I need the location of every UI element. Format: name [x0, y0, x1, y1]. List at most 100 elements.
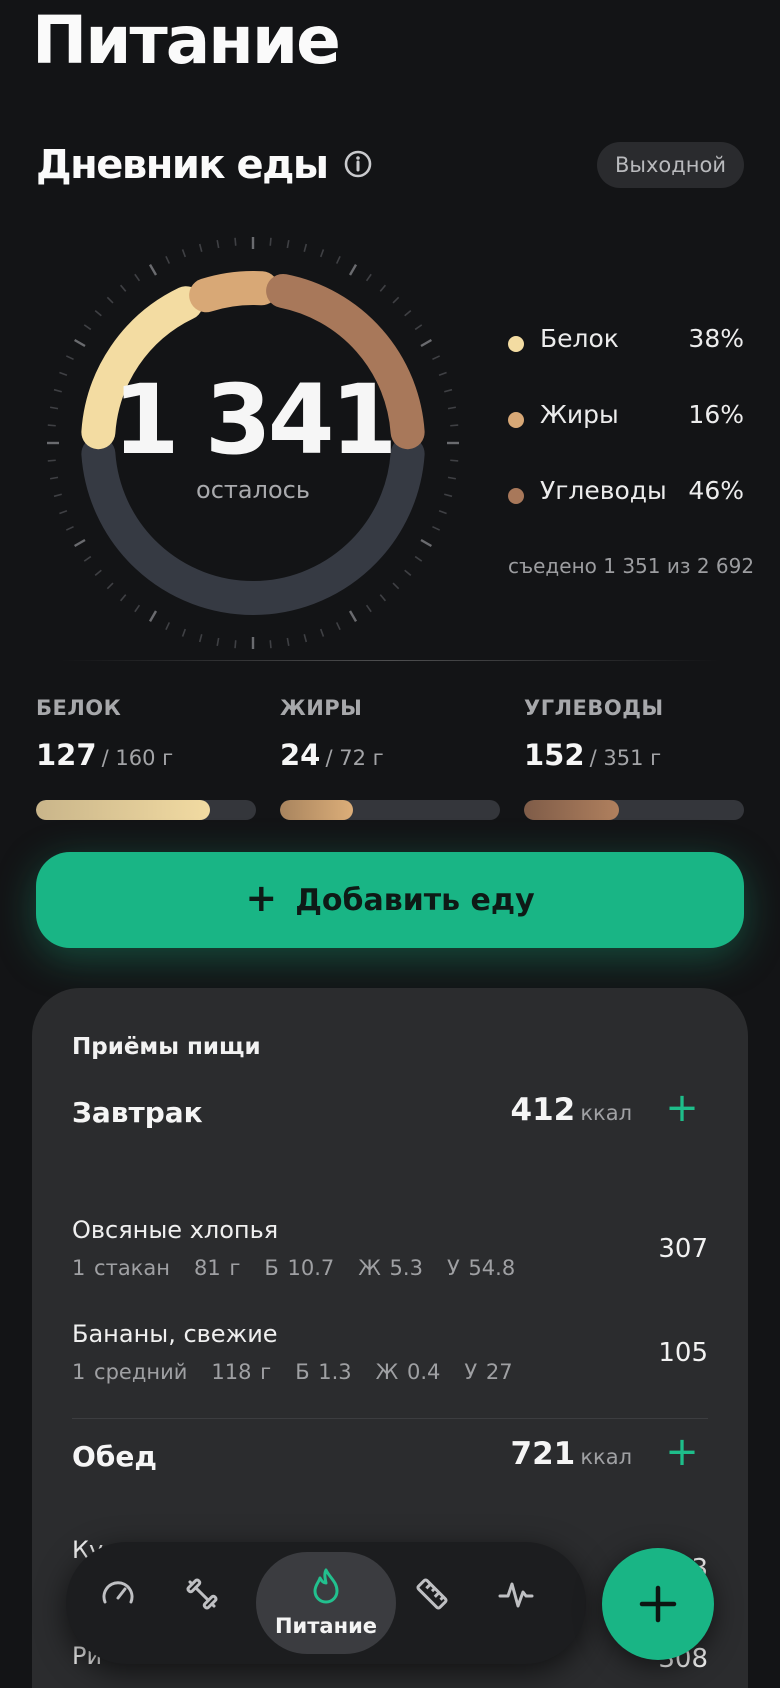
legend-percent: 38%	[688, 324, 744, 353]
food-carbs: У 54.8	[446, 1256, 516, 1280]
food-weight: 118 г	[211, 1360, 272, 1384]
day-type-badge[interactable]: Выходной	[596, 142, 744, 188]
meals-section-title: Приёмы пищи	[72, 1034, 261, 1060]
meal-kcal: 721 ккал	[511, 1436, 632, 1472]
ring-tick	[269, 237, 272, 246]
ring-tick	[335, 622, 341, 631]
legend-dot-protein	[508, 336, 524, 352]
legend-percent: 16%	[688, 400, 744, 429]
ring-tick	[94, 569, 102, 577]
tab-nutrition-label: Питание	[274, 1614, 378, 1638]
food-meta: 1 стакан 81 г Б 10.7 Ж 5.3 У 54.8	[72, 1256, 539, 1280]
ring-tick	[94, 309, 102, 317]
ring-tick	[392, 296, 400, 304]
ring-segment-fat	[189, 271, 279, 313]
food-name: Овсяные хлопья	[72, 1216, 279, 1244]
ring-tick	[198, 243, 203, 252]
ring-tick	[148, 263, 158, 276]
eaten-summary: съедено 1 351 из 2 692	[508, 554, 755, 578]
food-weight: 81 г	[193, 1256, 241, 1280]
legend-percent: 46%	[688, 476, 744, 505]
ring-tick	[286, 637, 290, 647]
add-to-breakfast-button[interactable]: +	[660, 1088, 704, 1132]
ring-tick	[432, 525, 441, 531]
info-icon[interactable]	[344, 150, 372, 178]
ring-tick	[348, 263, 358, 276]
pulse-icon	[498, 1582, 534, 1608]
macro-progress-bar	[524, 800, 744, 820]
tab-nutrition[interactable]: Питание	[256, 1552, 396, 1654]
macro-progress: БЕЛОК 127 / 160 г ЖИРЫ 24 / 72 г УГЛЕВОД…	[36, 696, 744, 826]
tab-activity[interactable]	[486, 1564, 546, 1624]
plus-icon	[639, 1585, 677, 1623]
macro-current: 127	[36, 738, 97, 772]
meal-header-breakfast[interactable]: Завтрак 412 ккал +	[72, 1088, 708, 1138]
add-to-lunch-button[interactable]: +	[660, 1432, 704, 1476]
ring-tick	[216, 637, 220, 647]
legend-item-fat: Жиры 16%	[508, 396, 744, 472]
food-item[interactable]: Овсяные хлопья 1 стакан 81 г Б 10.7 Ж 5.3 У …	[72, 1216, 708, 1296]
food-item[interactable]: Бананы, свежие 1 средний 118 г Б 1.3 Ж 0.4 У…	[72, 1320, 708, 1400]
ring-tick	[119, 284, 127, 292]
tab-workouts[interactable]	[172, 1564, 232, 1624]
meal-kcal: 412 ккал	[511, 1092, 632, 1128]
bottom-tab-bar: Питание	[66, 1542, 586, 1664]
legend-dot-fat	[508, 412, 524, 428]
food-fat: Ж 0.4	[375, 1360, 441, 1384]
food-meta: 1 средний 118 г Б 1.3 Ж 0.4 У 27	[72, 1360, 537, 1384]
ring-tick	[319, 249, 325, 258]
macro-current: 152	[524, 738, 585, 772]
food-portion: 1 стакан	[72, 1256, 170, 1280]
ring-tick	[234, 237, 237, 246]
tab-measurements[interactable]	[402, 1564, 462, 1624]
meal-header-lunch-row[interactable]: Обед 721 ккал +	[72, 1410, 708, 1473]
macro-legend: Белок 38% Жиры 16% Углеводы 46%	[508, 320, 744, 548]
food-diary-header: Дневник еды Выходной	[36, 138, 744, 194]
ring-tick	[181, 628, 187, 637]
ring-tick	[348, 610, 358, 623]
ring-tick	[106, 296, 114, 304]
macro-progress-fill	[36, 800, 210, 820]
add-food-button[interactable]: + Добавить еду	[36, 852, 744, 948]
ring-tick	[216, 239, 220, 249]
meal-kcal-unit: ккал	[580, 1101, 632, 1125]
ring-tick	[65, 355, 74, 361]
macro-progress-fill	[524, 800, 619, 820]
tab-dashboard[interactable]	[88, 1564, 148, 1624]
legend-item-carbs: Углеводы 46%	[508, 472, 744, 548]
food-protein: Б 1.3	[295, 1360, 352, 1384]
ring-tick	[432, 355, 441, 361]
macro-fat: ЖИРЫ 24 / 72 г	[280, 696, 500, 820]
legend-label: Углеводы	[540, 476, 667, 505]
ring-tick	[106, 582, 114, 590]
ring-tick	[420, 338, 433, 348]
food-protein: Б 10.7	[264, 1256, 335, 1280]
ring-tick	[303, 243, 308, 252]
food-kcal: 307	[658, 1234, 708, 1264]
food-fat: Ж 5.3	[358, 1256, 423, 1280]
ring-tick	[181, 249, 187, 258]
legend-label: Жиры	[540, 400, 619, 429]
quick-add-button[interactable]	[602, 1548, 714, 1660]
meal-name: Обед	[72, 1440, 157, 1473]
food-kcal: 105	[658, 1338, 708, 1368]
section-divider	[60, 660, 720, 661]
food-name: Бананы, свежие	[72, 1320, 278, 1348]
macro-values: 127 / 160 г	[36, 738, 256, 772]
ring-tick	[73, 338, 86, 348]
macro-name: БЕЛОК	[36, 696, 122, 720]
dumbbell-icon	[186, 1578, 218, 1610]
ring-tick	[234, 640, 237, 649]
ring-tick	[392, 582, 400, 590]
ring-tick	[83, 324, 92, 331]
ring-tick	[286, 239, 290, 249]
macro-name: ЖИРЫ	[280, 696, 363, 720]
ring-tick	[119, 594, 127, 602]
food-portion: 1 средний	[72, 1360, 188, 1384]
ring-tick	[65, 525, 74, 531]
ring-tick	[414, 324, 423, 331]
macro-target: / 351 г	[589, 746, 662, 770]
macro-current: 24	[280, 738, 321, 772]
legend-item-protein: Белок 38%	[508, 320, 744, 396]
plus-icon: +	[245, 876, 278, 920]
